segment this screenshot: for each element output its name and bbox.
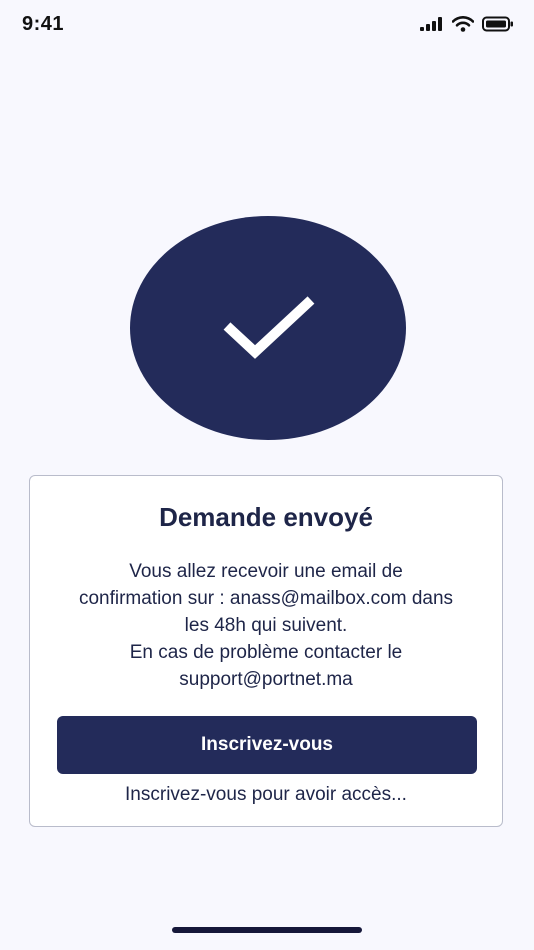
confirmation-card: Demande envoyé Vous allez recevoir une e… xyxy=(29,475,503,827)
signup-button[interactable]: Inscrivez-vous xyxy=(57,716,477,774)
signal-icon xyxy=(420,17,444,31)
message-line: confirmation sur : anass@mailbox.com dan… xyxy=(78,588,454,609)
wifi-icon xyxy=(452,16,474,32)
message-line: En cas de problème contacter le xyxy=(129,642,403,663)
checkmark-icon xyxy=(213,286,323,371)
card-title: Demande envoyé xyxy=(159,502,373,532)
status-bar: 9:41 xyxy=(0,0,534,52)
status-time: 9:41 xyxy=(22,13,65,35)
home-indicator[interactable] xyxy=(172,927,362,933)
message-line: les 48h qui suivent. xyxy=(184,615,348,636)
success-circle xyxy=(130,216,406,440)
message-line: Vous allez recevoir une email de xyxy=(129,561,403,582)
battery-icon xyxy=(482,16,514,32)
card-message: Vous allez recevoir une email de confirm… xyxy=(36,558,496,693)
message-line: support@portnet.ma xyxy=(179,669,353,690)
signup-hint: Inscrivez-vous pour avoir accès... xyxy=(125,784,407,805)
status-icons xyxy=(420,16,514,32)
